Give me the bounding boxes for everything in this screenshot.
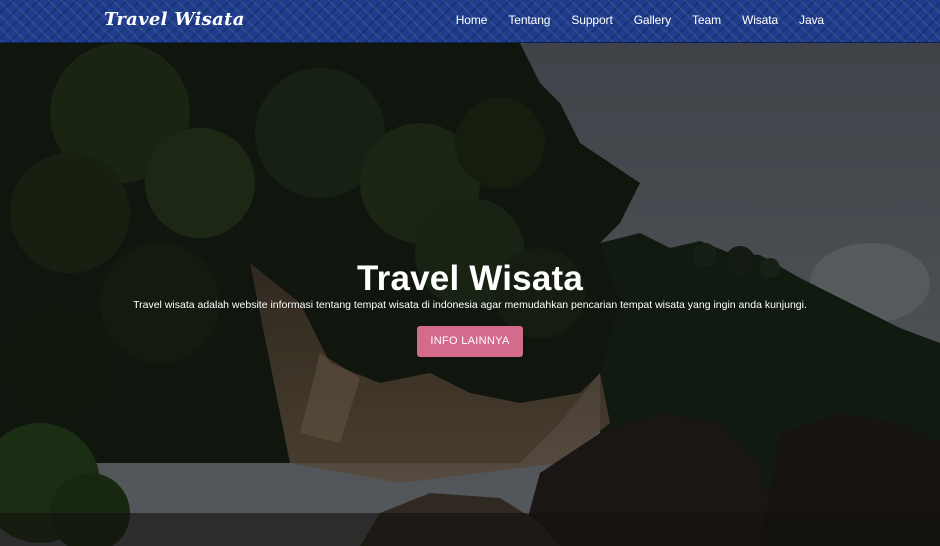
hero-title: Travel Wisata bbox=[356, 259, 583, 298]
hero-section: Travel Wisata Travel wisata adalah websi… bbox=[0, 43, 940, 546]
nav-links: Home Tentang Support Gallery Team Wisata… bbox=[456, 13, 824, 27]
nav-link-team[interactable]: Team bbox=[692, 13, 721, 27]
hero-description: Travel wisata adalah website informasi t… bbox=[133, 299, 807, 311]
nav-link-wisata[interactable]: Wisata bbox=[742, 13, 778, 27]
nav-link-tentang[interactable]: Tentang bbox=[508, 13, 550, 27]
navbar: Travel Wisata Home Tentang Support Galle… bbox=[0, 0, 940, 43]
nav-link-support[interactable]: Support bbox=[571, 13, 612, 27]
nav-link-gallery[interactable]: Gallery bbox=[634, 13, 671, 27]
nav-link-home[interactable]: Home bbox=[456, 13, 488, 27]
brand-logo[interactable]: Travel Wisata bbox=[104, 9, 245, 30]
info-lainnya-button[interactable]: INFO LAINNYA bbox=[417, 326, 523, 357]
hero-content: Travel Wisata Travel wisata adalah websi… bbox=[0, 259, 940, 357]
nav-link-java[interactable]: Java bbox=[799, 13, 824, 27]
